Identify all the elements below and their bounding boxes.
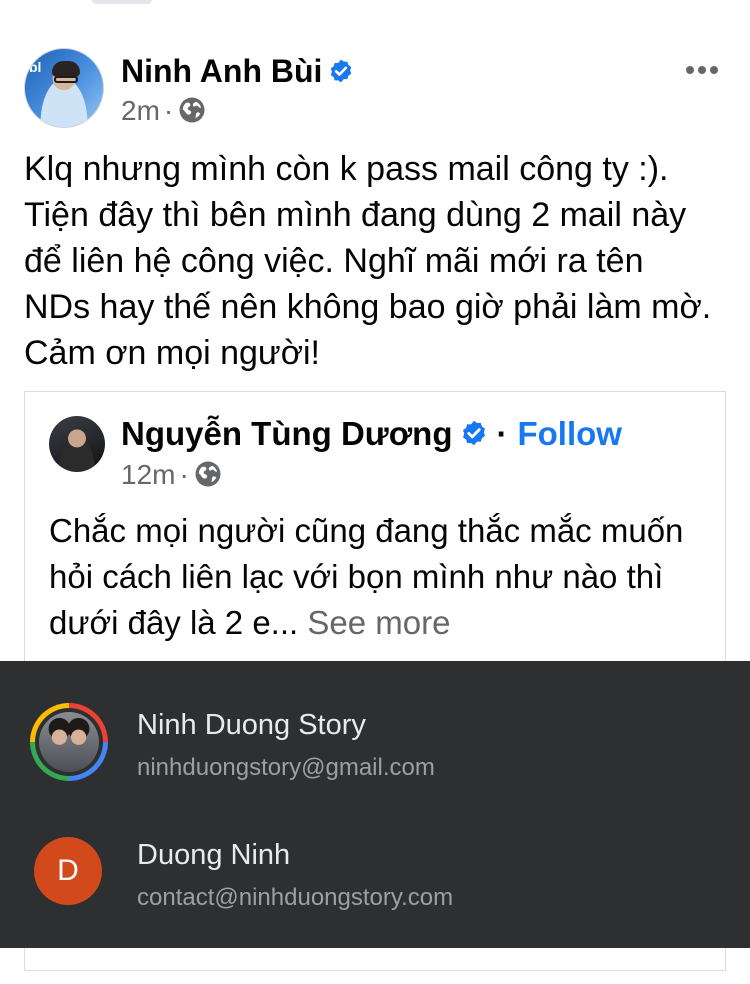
see-more-link[interactable]: See more	[307, 604, 450, 641]
meta-separator: ·	[179, 459, 189, 490]
author-avatar[interactable]: bl	[24, 48, 104, 128]
shared-post-text: Chắc mọi người cũng đang thắc mắc muốn h…	[49, 508, 709, 646]
shared-author-avatar[interactable]	[49, 416, 105, 472]
more-options-icon[interactable]	[684, 58, 720, 82]
avatar-logo-text: bl	[29, 59, 42, 75]
account-name: Ninh Duong Story	[137, 709, 366, 741]
shared-author-name[interactable]: Nguyễn Tùng Dương	[121, 415, 452, 452]
previous-element-edge	[92, 0, 152, 4]
shared-post-time[interactable]: 12m	[121, 459, 175, 490]
verified-badge-icon	[331, 59, 352, 82]
follow-button[interactable]: Follow	[517, 415, 621, 452]
meta-separator: ·	[163, 95, 174, 126]
author-name-text[interactable]: Ninh Anh Bùi	[121, 53, 322, 89]
post-time[interactable]: 2m	[121, 95, 160, 126]
account-name: Duong Ninh	[137, 839, 291, 871]
post-header: bl Ninh Anh Bùi 2m ·	[24, 48, 726, 130]
author-name[interactable]: Ninh Anh Bùi	[121, 52, 354, 90]
account-email: ninhduongstory@gmail.com	[137, 754, 435, 781]
account-row[interactable]: D Duong Ninh contact@ninhduongstory.com	[0, 801, 750, 931]
account-email: contact@ninhduongstory.com	[137, 884, 454, 911]
follow-separator: ·	[496, 415, 508, 452]
email-accounts-panel: Ninh Duong Story ninhduongstory@gmail.co…	[0, 661, 750, 948]
verified-badge-icon	[463, 421, 486, 446]
shared-post-meta: 12m ·	[121, 458, 223, 492]
post-meta: 2m ·	[121, 94, 207, 128]
account-avatar	[30, 703, 108, 781]
shared-post-header: Nguyễn Tùng Dương · Follow	[121, 414, 622, 454]
account-initial-avatar: D	[34, 837, 102, 905]
account-row[interactable]: Ninh Duong Story ninhduongstory@gmail.co…	[0, 667, 750, 797]
globe-icon[interactable]	[177, 95, 207, 125]
post-body-text: Klq nhưng mình còn k pass mail công ty :…	[24, 150, 712, 372]
globe-icon[interactable]	[193, 459, 223, 489]
